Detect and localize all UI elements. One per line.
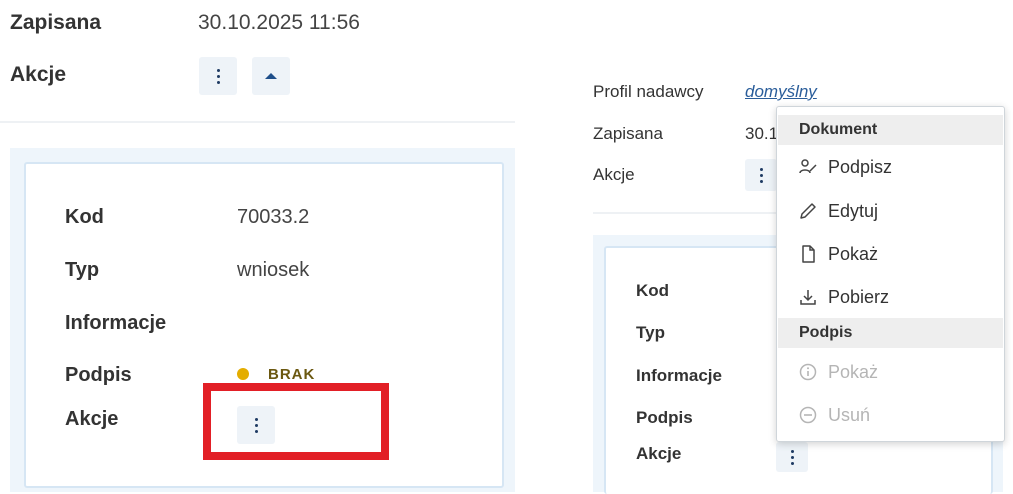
profil-link[interactable]: domyślny: [745, 82, 817, 102]
podpis-label: Podpis: [65, 364, 132, 386]
right-podpis-label: Podpis: [636, 408, 693, 427]
right-actions-menu-button[interactable]: [745, 159, 777, 191]
typ-value: wniosek: [237, 259, 310, 281]
zapisana-value: 30.10.2025 11:56: [198, 11, 360, 34]
actions-menu-button[interactable]: [199, 57, 237, 95]
pencil-icon: [798, 201, 818, 221]
menu-item-label: Usuń: [828, 404, 871, 425]
right-akcje-label-card: Akcje: [636, 444, 682, 463]
divider: [0, 121, 515, 123]
download-icon: [798, 287, 818, 307]
actions-dropdown-menu: Dokument Podpisz Edytuj Pokaż Pobierz Po…: [776, 106, 1005, 442]
kod-label: Kod: [65, 206, 104, 228]
menu-item-label: Pokaż: [828, 243, 879, 264]
sign-icon: [798, 157, 818, 177]
informacje-label: Informacje: [65, 312, 167, 334]
zapisana-label: Zapisana: [10, 11, 102, 34]
right-informacje-label: Informacje: [636, 366, 722, 385]
menu-item-label: Pokaż: [828, 361, 879, 382]
akcje-label: Akcje: [10, 63, 67, 86]
typ-label: Typ: [65, 259, 100, 281]
right-akcje-label: Akcje: [593, 165, 635, 184]
kebab-icon: [790, 449, 794, 465]
right-divider: [593, 212, 776, 214]
minus-circle-icon: [798, 405, 818, 425]
card-akcje-label: Akcje: [65, 408, 119, 430]
highlight-box: [203, 383, 389, 460]
chevron-up-icon: [265, 73, 277, 79]
status-badge: BRAK: [268, 366, 316, 383]
right-zapisana-label: Zapisana: [593, 124, 663, 143]
right-kod-label: Kod: [636, 281, 670, 300]
menu-item-usun[interactable]: Usuń: [778, 395, 1003, 435]
kebab-icon: [216, 68, 220, 84]
kebab-icon: [759, 167, 763, 183]
menu-item-label: Edytuj: [828, 200, 879, 221]
right-card-actions-menu-button[interactable]: [776, 442, 808, 472]
menu-item-pokaz[interactable]: Pokaż: [778, 234, 1003, 274]
menu-item-pokaz-podpis[interactable]: Pokaż: [778, 352, 1003, 392]
menu-item-label: Podpisz: [828, 156, 893, 177]
menu-item-podpisz[interactable]: Podpisz: [778, 147, 1003, 187]
menu-section-dokument: Dokument: [778, 115, 1003, 145]
menu-item-pobierz[interactable]: Pobierz: [778, 277, 1003, 317]
file-icon: [798, 244, 818, 264]
collapse-button[interactable]: [252, 57, 290, 95]
right-typ-label: Typ: [636, 323, 665, 342]
status-dot-icon: [237, 368, 249, 380]
info-icon: [798, 362, 818, 382]
profil-label: Profil nadawcy: [593, 82, 704, 101]
kod-value: 70033.2: [237, 206, 310, 228]
right-zapisana-value: 30.1: [745, 124, 779, 143]
menu-section-podpis: Podpis: [778, 318, 1003, 348]
menu-item-label: Pobierz: [828, 286, 890, 307]
menu-item-edytuj[interactable]: Edytuj: [778, 191, 1003, 231]
